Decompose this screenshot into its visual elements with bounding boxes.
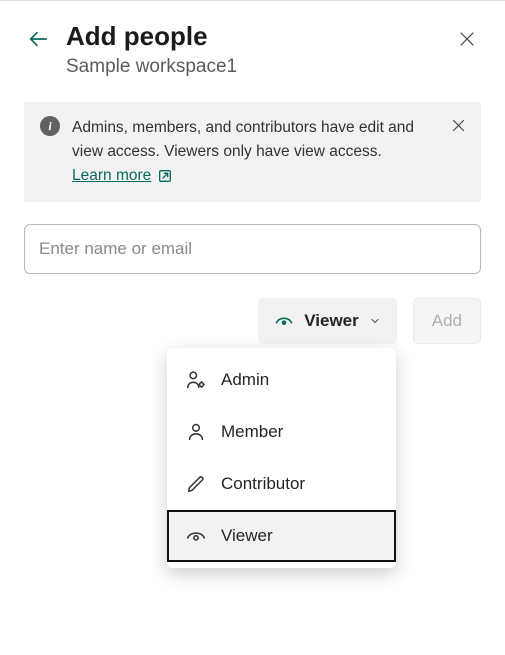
learn-more-link[interactable]: Learn more — [72, 164, 173, 188]
chevron-down-icon — [369, 315, 381, 327]
role-dropdown: Admin Member Contributor Viewer — [167, 348, 396, 568]
add-button[interactable]: Add — [413, 298, 481, 344]
close-icon — [451, 118, 466, 133]
role-selected-label: Viewer — [304, 311, 359, 331]
menu-item-label: Admin — [221, 370, 269, 390]
arrow-left-icon — [27, 28, 49, 50]
member-icon — [185, 421, 207, 443]
close-button[interactable] — [453, 25, 481, 53]
back-button[interactable] — [24, 25, 52, 53]
page-title: Add people — [66, 21, 481, 52]
admin-icon — [185, 369, 207, 391]
role-select-button[interactable]: Viewer — [258, 298, 397, 344]
menu-item-label: Viewer — [221, 526, 273, 546]
info-icon: i — [40, 116, 60, 136]
contributor-icon — [185, 473, 207, 495]
menu-item-label: Member — [221, 422, 283, 442]
dismiss-info-button[interactable] — [447, 114, 469, 136]
menu-item-contributor[interactable]: Contributor — [167, 458, 396, 510]
external-link-icon — [157, 168, 173, 184]
menu-item-label: Contributor — [221, 474, 305, 494]
menu-item-member[interactable]: Member — [167, 406, 396, 458]
viewer-icon — [274, 311, 294, 331]
viewer-icon — [185, 525, 207, 547]
menu-item-viewer[interactable]: Viewer — [167, 510, 396, 562]
page-subtitle: Sample workspace1 — [66, 56, 481, 78]
info-text: Admins, members, and contributors have e… — [72, 116, 465, 188]
info-banner: i Admins, members, and contributors have… — [24, 102, 481, 202]
name-email-input[interactable] — [24, 224, 481, 274]
close-icon — [458, 30, 476, 48]
menu-item-admin[interactable]: Admin — [167, 354, 396, 406]
